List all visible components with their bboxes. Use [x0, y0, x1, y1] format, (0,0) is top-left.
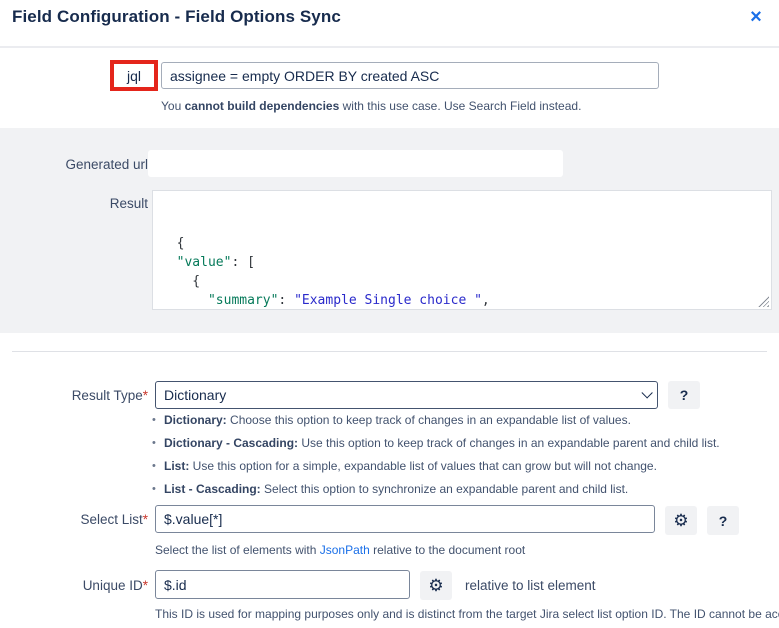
option-term: Dictionary - Cascading: [164, 436, 298, 450]
result-type-help-button[interactable]: ? [668, 381, 700, 409]
result-label: Result [0, 196, 148, 211]
option-term: Dictionary: [164, 413, 227, 427]
unique-id-label: Unique ID* [0, 578, 148, 593]
generated-url-input[interactable] [148, 150, 563, 177]
generated-url-label: Generated url [0, 157, 148, 172]
unique-id-suffix-text: relative to list element [465, 578, 596, 593]
jql-input[interactable] [161, 62, 659, 89]
result-type-label: Result Type* [0, 388, 148, 403]
unique-id-helper-text: This ID is used for mapping purposes onl… [155, 607, 779, 621]
option-desc: Use this option for a simple, expandable… [189, 459, 657, 473]
required-asterisk: * [143, 388, 148, 403]
select-list-help-button[interactable]: ? [707, 506, 739, 535]
gear-icon: ⚙ [428, 577, 443, 594]
jsonpath-link[interactable]: JsonPath [320, 543, 370, 557]
helper-prefix: Select the list of elements with [155, 543, 320, 557]
jql-label-highlight-box: jql [110, 60, 158, 91]
option-term: List: [164, 459, 189, 473]
unique-id-label-text: Unique ID [83, 578, 143, 593]
list-item: Dictionary: Choose this option to keep t… [150, 413, 720, 427]
jql-helper-prefix: You [161, 99, 185, 113]
option-term: List - Cascading: [164, 482, 261, 496]
section-divider [12, 351, 767, 352]
select-list-helper-text: Select the list of elements with JsonPat… [155, 543, 525, 557]
jql-label: jql [127, 68, 141, 84]
jql-helper-suffix: with this use case. Use Search Field ins… [339, 99, 581, 113]
required-asterisk: * [143, 512, 148, 527]
dialog-header: Field Configuration - Field Options Sync… [0, 0, 779, 48]
required-asterisk: * [143, 578, 148, 593]
result-type-selected-value: Dictionary [164, 387, 641, 403]
option-desc: Select this option to synchronize an exp… [261, 482, 629, 496]
field-configuration-dialog: Field Configuration - Field Options Sync… [0, 0, 779, 628]
jql-helper-text: You cannot build dependencies with this … [161, 99, 581, 113]
select-list-input[interactable] [155, 505, 655, 533]
select-list-label: Select List* [0, 512, 148, 527]
select-list-settings-button[interactable]: ⚙ [665, 506, 697, 535]
close-icon[interactable]: × [743, 4, 769, 30]
unique-id-input[interactable] [155, 570, 410, 599]
helper-suffix: relative to the document root [370, 543, 525, 557]
result-type-options-help-list: Dictionary: Choose this option to keep t… [150, 413, 720, 505]
list-item: List: Use this option for a simple, expa… [150, 459, 720, 473]
unique-id-settings-button[interactable]: ⚙ [420, 571, 452, 600]
page-title: Field Configuration - Field Options Sync [12, 7, 341, 27]
chevron-down-icon [641, 387, 652, 398]
list-item: List - Cascading: Select this option to … [150, 482, 720, 496]
option-desc: Use this option to keep track of changes… [298, 436, 720, 450]
jql-helper-bold: cannot build dependencies [185, 99, 340, 113]
result-type-label-text: Result Type [72, 388, 143, 403]
option-desc: Choose this option to keep track of chan… [227, 413, 631, 427]
gear-icon: ⚙ [673, 512, 688, 529]
result-type-select[interactable]: Dictionary [155, 381, 658, 409]
select-list-label-text: Select List [80, 512, 142, 527]
list-item: Dictionary - Cascading: Use this option … [150, 436, 720, 450]
textarea-resize-handle[interactable] [758, 296, 769, 307]
result-json-textarea[interactable]: { "value": [ { "summary": "Example Singl… [152, 190, 772, 310]
